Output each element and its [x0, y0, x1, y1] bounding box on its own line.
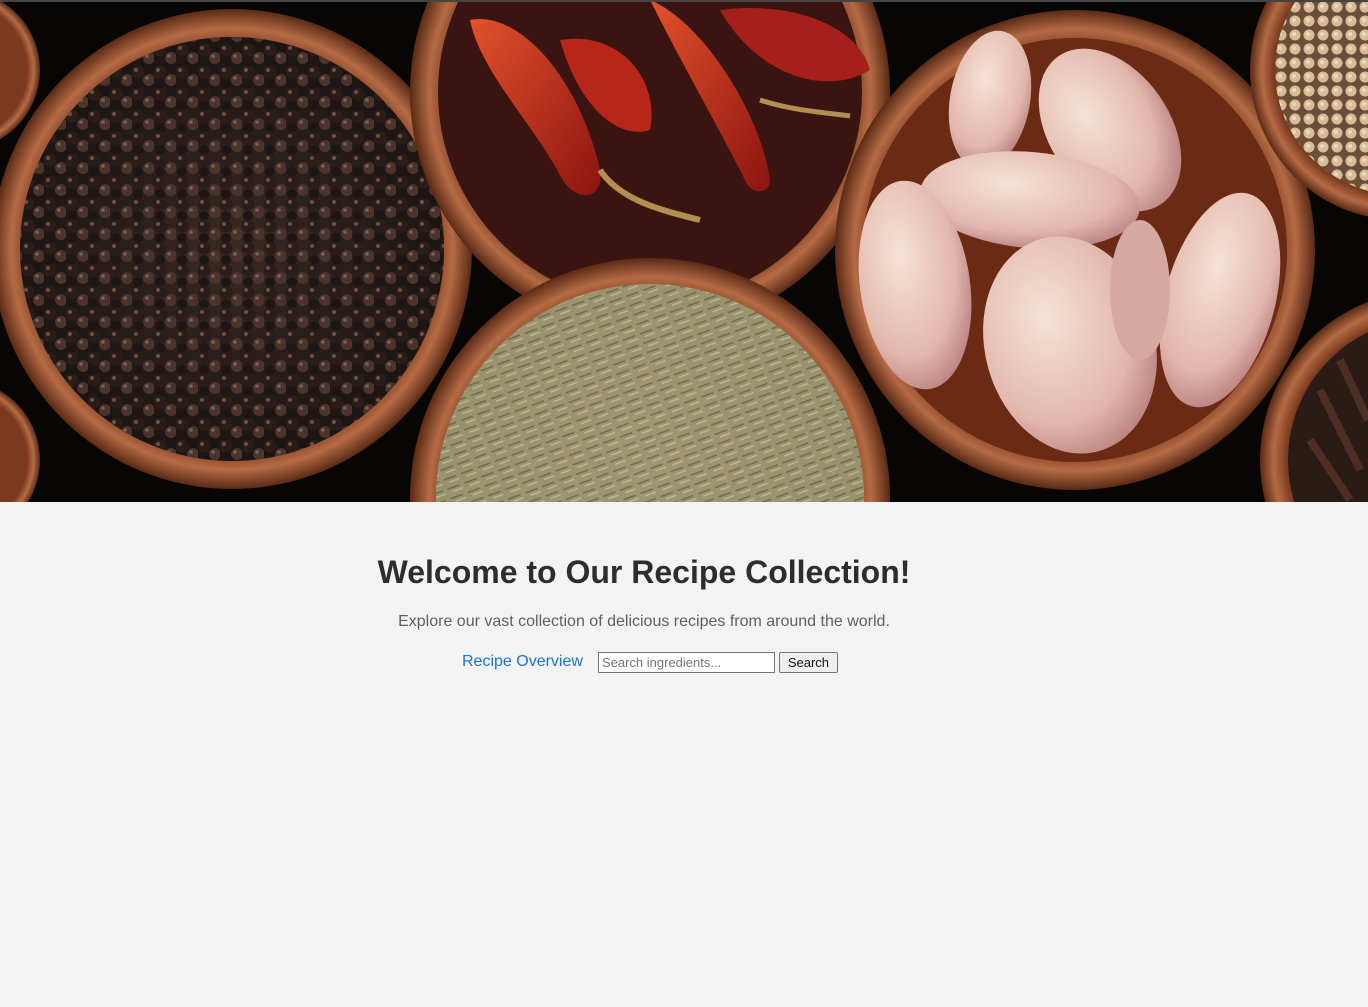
search-input[interactable] — [597, 651, 775, 673]
hero-banner — [0, 0, 1368, 502]
page-subtitle: Explore our vast collection of delicious… — [398, 613, 890, 630]
search-button[interactable]: Search — [778, 651, 838, 673]
search-bar: Recipe Overview Search — [462, 651, 838, 673]
recipe-overview-link[interactable]: Recipe Overview — [462, 653, 583, 671]
spice-bowls-image — [0, 0, 1368, 502]
main-content: Welcome to Our Recipe Collection! Explor… — [0, 502, 1368, 1007]
top-border — [0, 0, 1368, 2]
page-title: Welcome to Our Recipe Collection! — [377, 554, 911, 590]
